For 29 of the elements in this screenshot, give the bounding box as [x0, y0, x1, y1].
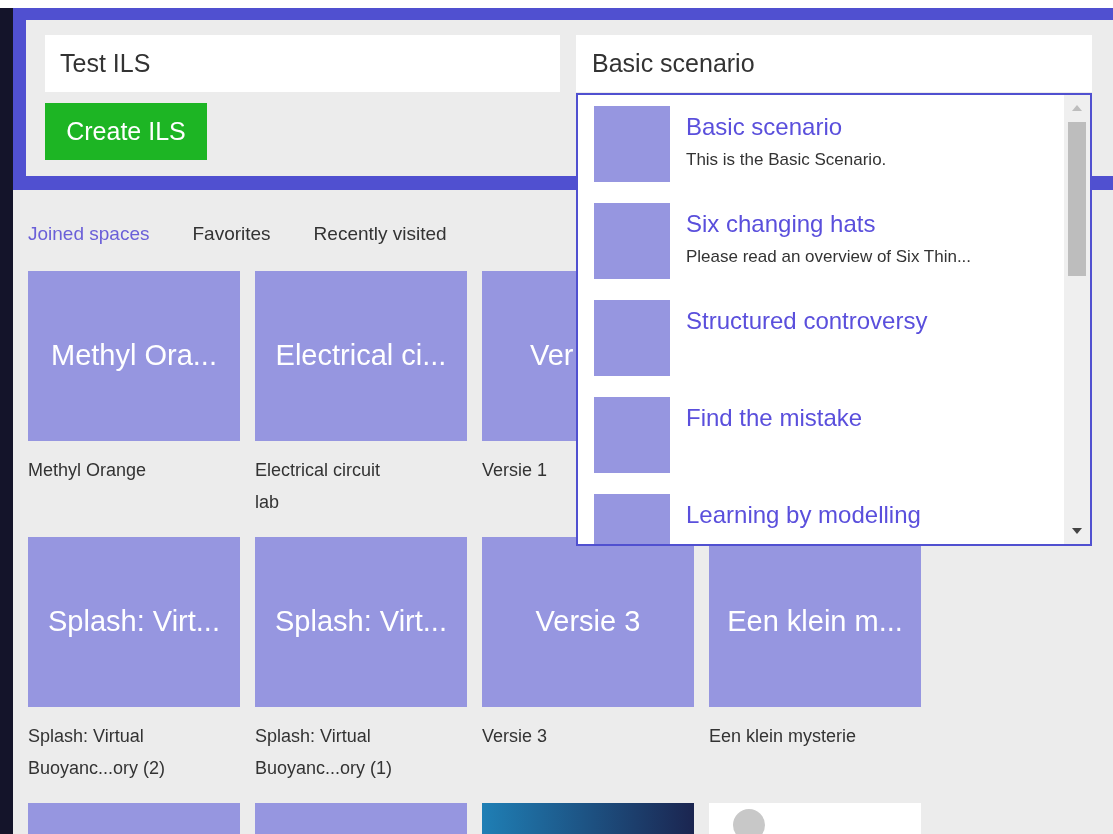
space-caption[interactable]: Een klein mysterie [709, 720, 859, 752]
space-caption[interactable]: Splash: Virtual Buoyanc...ory (1) [255, 720, 405, 784]
tile-title: Electrical ci... [275, 338, 447, 374]
scroll-down-icon[interactable] [1072, 528, 1082, 534]
scroll-up-icon[interactable] [1072, 105, 1082, 111]
space-caption[interactable]: Versie 3 [482, 720, 632, 752]
tab[interactable]: Joined spaces [28, 220, 150, 246]
scenario-field[interactable]: Basic scenario [576, 35, 1092, 92]
name-field[interactable]: Test ILS [45, 35, 560, 92]
scenario-option[interactable]: Structured controversy [686, 306, 928, 336]
scenario-description: This is the Basic Scenario. [686, 149, 887, 171]
tile-title: Een klein m... [727, 604, 903, 640]
space-caption[interactable]: Splash: Virtual Buoyanc...ory (2) [28, 720, 178, 784]
tile-title: Splash: Virt... [48, 604, 220, 640]
scrollbar[interactable] [1064, 95, 1090, 544]
space-caption[interactable]: Electrical circuit lab [255, 454, 405, 518]
tab[interactable]: Recently visited [313, 220, 447, 246]
tile-title: Ver [530, 338, 574, 374]
scenario-option[interactable]: Find the mistake [686, 403, 863, 433]
space-caption[interactable]: Methyl Orange [28, 454, 178, 486]
scenario-option[interactable]: Six changing hats [686, 209, 972, 239]
tile-title: Versie 3 [535, 604, 641, 640]
scenario-description: Please read an overview of Six Thin... [686, 246, 972, 268]
scrollbar-thumb[interactable] [1068, 122, 1086, 276]
tile-title: Splash: Virt... [275, 604, 447, 640]
scenario-option[interactable]: Basic scenario [686, 112, 887, 142]
tab[interactable]: Favorites [192, 220, 271, 246]
tile-title: Methyl Ora... [51, 338, 217, 374]
scenario-option[interactable]: Learning by modelling [686, 500, 921, 530]
